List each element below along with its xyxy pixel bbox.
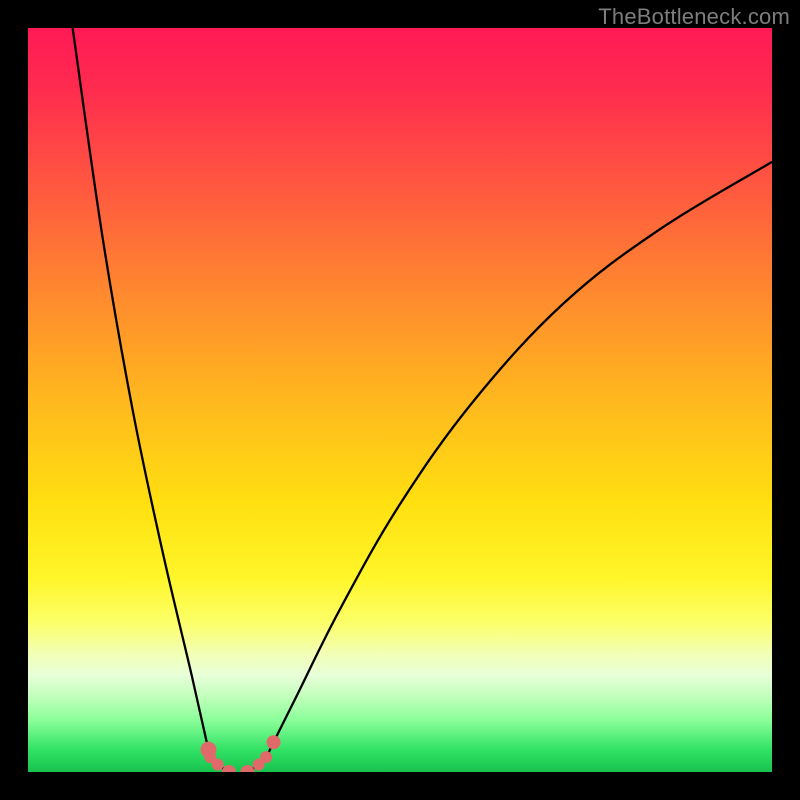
- curve-svg: [28, 28, 772, 772]
- curve-markers: [200, 735, 280, 772]
- data-marker: [212, 759, 224, 771]
- data-marker: [267, 735, 281, 749]
- curve-left: [73, 28, 229, 772]
- data-marker: [260, 751, 272, 763]
- data-marker: [222, 765, 236, 772]
- watermark-text: TheBottleneck.com: [598, 4, 790, 30]
- plot-area: [28, 28, 772, 772]
- curve-right: [247, 162, 772, 772]
- data-marker: [240, 765, 254, 772]
